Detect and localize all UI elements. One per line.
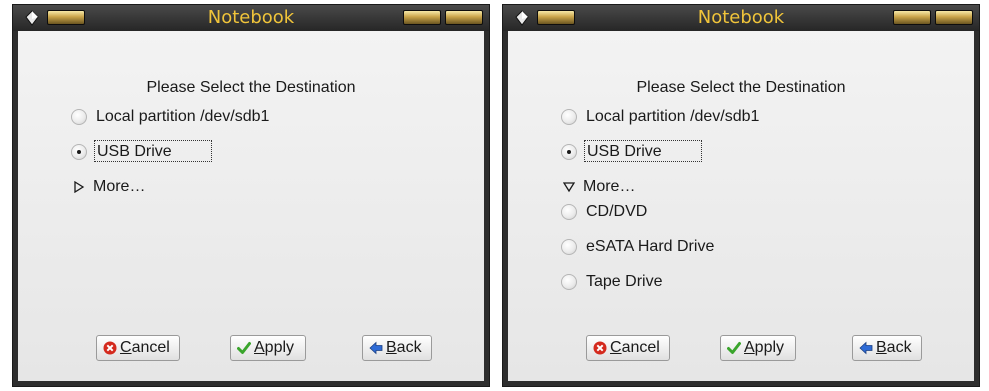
checkmark-icon — [237, 342, 251, 354]
dialog-content: Please Select the Destination Local part… — [18, 31, 484, 381]
radio-button[interactable] — [561, 144, 577, 160]
back-button[interactable]: Back — [852, 335, 922, 361]
cancel-icon — [103, 341, 117, 355]
checkmark-icon — [727, 342, 741, 354]
cancel-icon — [593, 341, 607, 355]
back-arrow-icon — [369, 341, 383, 355]
back-arrow-icon — [859, 341, 873, 355]
radio-button[interactable] — [561, 239, 577, 255]
back-label: Back — [876, 339, 912, 356]
more-label: More… — [583, 178, 636, 195]
cancel-button[interactable]: Cancel — [96, 335, 180, 361]
title-bar: Notebook — [503, 5, 979, 31]
close-button[interactable] — [935, 10, 973, 25]
title-bar: Notebook — [13, 5, 489, 31]
triangle-right-icon — [74, 181, 85, 193]
radio-button[interactable] — [561, 109, 577, 125]
minimize-button[interactable] — [403, 10, 441, 25]
radio-button[interactable] — [561, 204, 577, 220]
radio-button[interactable] — [71, 109, 87, 125]
radio-label: Tape Drive — [586, 273, 663, 290]
radio-label: Local partition /dev/sdb1 — [96, 108, 270, 125]
radio-label: USB Drive — [94, 140, 212, 162]
dialog-heading: Please Select the Destination — [636, 79, 846, 96]
minimize-button[interactable] — [893, 10, 931, 25]
back-button[interactable]: Back — [362, 335, 432, 361]
apply-button[interactable]: Apply — [720, 335, 796, 361]
notebook-window-collapsed: Notebook Please Select the Destination L… — [12, 4, 490, 387]
cancel-label: Cancel — [120, 339, 170, 356]
radio-label: Local partition /dev/sdb1 — [586, 108, 760, 125]
radio-label: USB Drive — [584, 140, 702, 162]
cancel-button[interactable]: Cancel — [586, 335, 670, 361]
dialog-content: Please Select the Destination Local part… — [508, 31, 974, 381]
more-label: More… — [93, 178, 146, 195]
cancel-label: Cancel — [610, 339, 660, 356]
radio-label: eSATA Hard Drive — [586, 238, 715, 255]
apply-label: Apply — [254, 339, 295, 356]
radio-button[interactable] — [561, 274, 577, 290]
notebook-window-expanded: Notebook Please Select the Destination L… — [502, 4, 980, 387]
dialog-heading: Please Select the Destination — [146, 79, 356, 96]
close-button[interactable] — [445, 10, 483, 25]
apply-label: Apply — [744, 339, 785, 356]
back-label: Back — [386, 339, 422, 356]
radio-label: CD/DVD — [586, 203, 648, 220]
radio-button[interactable] — [71, 144, 87, 160]
triangle-down-icon — [563, 182, 575, 193]
apply-button[interactable]: Apply — [230, 335, 306, 361]
